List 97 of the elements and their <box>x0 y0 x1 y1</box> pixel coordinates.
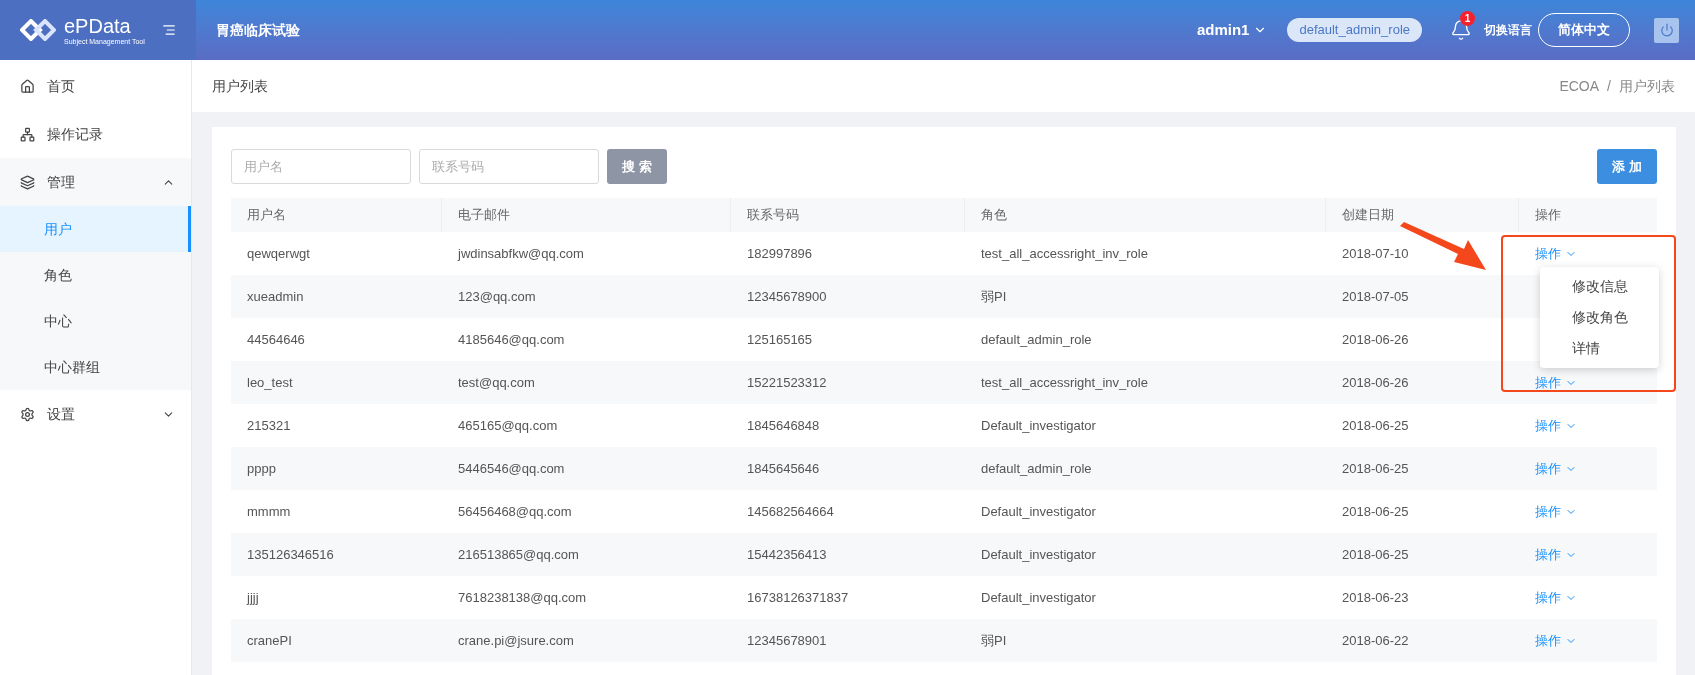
table-cell: 125165165 <box>747 331 813 347</box>
column-header: 操作 <box>1535 206 1561 225</box>
table-cell: 1845646848 <box>747 417 820 433</box>
table-cell: 145682564664 <box>747 503 834 519</box>
sidebar-item[interactable]: 管理 <box>0 158 191 206</box>
table-cell: 2018-07-10 <box>1342 245 1409 261</box>
layers-icon <box>20 174 35 190</box>
user-menu[interactable]: admin1 <box>1196 18 1268 42</box>
menu-item[interactable]: 详情 <box>1540 333 1659 364</box>
table-cell: default_admin_role <box>981 331 1092 347</box>
table-cell: jjjj <box>247 589 259 605</box>
home-icon <box>20 78 35 94</box>
table-cell: 182997896 <box>747 245 813 261</box>
table-cell: 2018-06-25 <box>1342 460 1409 476</box>
table-cell: xueadmin <box>247 288 304 304</box>
table-cell: Default_investigator <box>981 503 1096 519</box>
table-cell: 4185646@qq.com <box>458 331 565 347</box>
action-link[interactable]: 操作 <box>1535 372 1577 393</box>
sidebar-item[interactable]: 首页 <box>0 62 191 110</box>
table-cell: Default_investigator <box>981 546 1096 562</box>
table-cell: 2018-06-23 <box>1342 589 1409 605</box>
table-cell: cranePI <box>247 632 292 648</box>
column-header: 用户名 <box>247 206 286 225</box>
notification-badge: 1 <box>1460 11 1475 26</box>
action-link[interactable]: 操作 <box>1535 587 1577 608</box>
table-cell: 弱PI <box>981 632 1007 648</box>
add-button[interactable]: 添 加 <box>1597 149 1657 184</box>
table-cell: 216513865@qq.com <box>458 546 579 562</box>
table-cell: test_all_accessright_inv_role <box>981 374 1148 390</box>
username-field[interactable]: 用户名 <box>231 149 411 184</box>
project-title: 胃癌临床试验 <box>216 20 300 40</box>
column-header: 角色 <box>981 206 1007 225</box>
column-header: 电子邮件 <box>458 206 510 225</box>
action-link[interactable]: 操作 <box>1535 458 1577 479</box>
table-cell: 2018-06-26 <box>1342 374 1409 390</box>
logo-icon <box>20 19 56 41</box>
table-cell: 135126346516 <box>247 546 334 562</box>
logo-name: ePData <box>64 15 132 36</box>
action-link[interactable]: 操作 <box>1535 243 1577 264</box>
table-cell: qewqerwgt <box>247 245 310 261</box>
table-cell: 2018-06-25 <box>1342 503 1409 519</box>
menu-item[interactable]: 修改角色 <box>1540 302 1659 333</box>
role-badge: default_admin_role <box>1287 18 1422 42</box>
table-cell: crane.pi@jsure.com <box>458 632 574 648</box>
table-cell: 56456468@qq.com <box>458 503 572 519</box>
table-cell: jwdinsabfkw@qq.com <box>458 245 584 261</box>
breadcrumb-item: 用户列表 <box>1619 76 1675 96</box>
menu-item[interactable]: 修改信息 <box>1540 271 1659 302</box>
table-cell: 44564646 <box>247 331 305 347</box>
table-cell: 弱PI <box>981 288 1007 304</box>
sidebar-subitem[interactable]: 用户 <box>0 206 191 252</box>
sidebar-subitem[interactable]: 中心群组 <box>0 344 191 390</box>
table-cell: 215321 <box>247 417 291 433</box>
table-cell: 15221523312 <box>747 374 827 390</box>
menu-icon[interactable] <box>162 23 176 37</box>
table-cell: 2018-06-26 <box>1342 331 1409 347</box>
table-cell: Default_investigator <box>981 417 1096 433</box>
language-label: 切换语言 <box>1484 22 1532 39</box>
table-cell: 16738126371837 <box>747 589 849 605</box>
table-cell: mmmm <box>247 503 291 519</box>
settings-icon <box>20 406 35 422</box>
table-cell: leo_test <box>247 374 293 390</box>
phone-field[interactable]: 联系号码 <box>419 149 599 184</box>
table-cell: 5446546@qq.com <box>458 460 565 476</box>
page-title: 用户列表 <box>212 76 268 96</box>
sidebar-subitem[interactable]: 角色 <box>0 252 191 298</box>
table-cell: test_all_accessright_inv_role <box>981 245 1148 261</box>
sidebar-subitem[interactable]: 中心 <box>0 298 191 344</box>
table-cell: 2018-07-05 <box>1342 288 1409 304</box>
power-icon <box>1659 23 1674 37</box>
table-cell: pppp <box>247 460 276 476</box>
table-cell: 2018-06-25 <box>1342 546 1409 562</box>
search-button[interactable]: 搜 索 <box>607 149 667 184</box>
action-link[interactable]: 操作 <box>1535 501 1577 522</box>
column-header: 联系号码 <box>747 206 799 225</box>
table-cell: 123@qq.com <box>458 288 536 304</box>
table-cell: 465165@qq.com <box>458 417 558 433</box>
hierarchy-icon <box>20 126 35 142</box>
table-cell: test@qq.com <box>458 374 535 390</box>
breadcrumb-item[interactable]: ECOA <box>1559 75 1600 97</box>
table-cell: 12345678901 <box>747 632 827 648</box>
action-link[interactable]: 操作 <box>1535 630 1577 651</box>
table-cell: 12345678900 <box>747 288 827 304</box>
table-cell: 15442356413 <box>747 546 827 562</box>
table-cell: 2018-06-22 <box>1342 632 1409 648</box>
column-header: 创建日期 <box>1342 206 1394 225</box>
sidebar-item[interactable]: 操作记录 <box>0 110 191 158</box>
breadcrumb-separator: / <box>1607 76 1611 96</box>
power-button[interactable] <box>1654 17 1679 43</box>
table-cell: Default_investigator <box>981 589 1096 605</box>
table-cell: default_admin_role <box>981 460 1092 476</box>
action-link[interactable]: 操作 <box>1535 544 1577 565</box>
table-cell: 2018-06-25 <box>1342 417 1409 433</box>
table-cell: 7618238138@qq.com <box>458 589 587 605</box>
table-cell: 1845645646 <box>747 460 820 476</box>
sidebar-item[interactable]: 设置 <box>0 390 191 438</box>
action-link[interactable]: 操作 <box>1535 415 1577 436</box>
